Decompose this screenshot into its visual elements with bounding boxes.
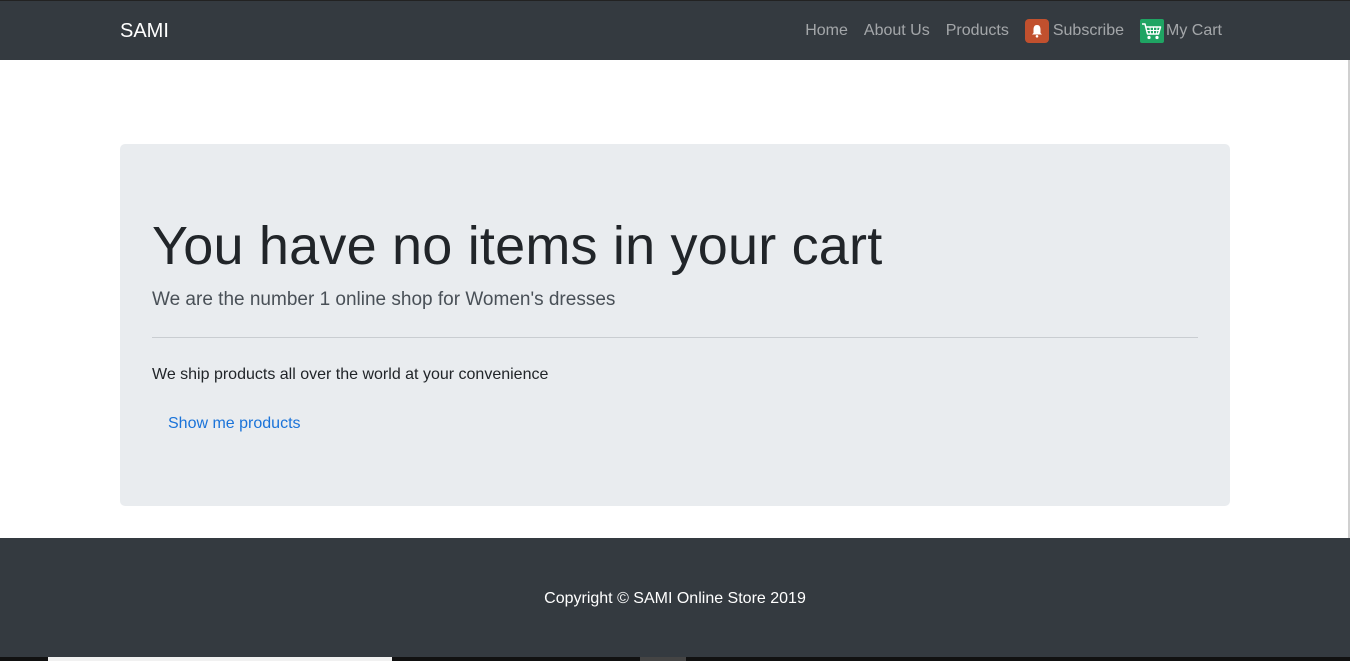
nav-subscribe-link[interactable]: Subscribe (1024, 19, 1124, 43)
empty-cart-jumbotron: You have no items in your cart We are th… (120, 144, 1230, 506)
page-title: You have no items in your cart (152, 216, 883, 276)
copyright-text: Copyright © SAMI Online Store 2019 (544, 590, 806, 607)
nav-home-link[interactable]: Home (805, 19, 848, 43)
lead-text: We are the number 1 online shop for Wome… (152, 289, 616, 310)
shipping-text: We ship products all over the world at y… (152, 366, 549, 383)
nav-subscribe-label: Subscribe (1052, 22, 1124, 39)
divider (152, 337, 1198, 338)
shopping-cart-icon (1140, 19, 1164, 43)
nav-products-link[interactable]: Products (946, 19, 1009, 43)
page: SAMI Home About Us Products Subscribe My… (0, 0, 1350, 661)
show-products-button[interactable]: Show me products (152, 406, 317, 442)
nav-about-link[interactable]: About Us (864, 19, 930, 43)
horizontal-scrollbar-thumb[interactable] (48, 657, 392, 661)
nav-home-label: Home (805, 22, 848, 39)
nav-products-label: Products (945, 22, 1009, 39)
nav-cart-link[interactable]: My Cart (1140, 19, 1222, 43)
nav-about-label: About Us (863, 22, 930, 39)
nav-links: Home About Us Products Subscribe My Cart (805, 18, 1222, 44)
top-navbar: SAMI Home About Us Products Subscribe My… (0, 0, 1350, 60)
horizontal-scrollbar-marker (640, 657, 686, 661)
nav-cart-label: My Cart (1166, 22, 1222, 39)
footer: Copyright © SAMI Online Store 2019 (0, 538, 1350, 661)
bell-icon (1024, 19, 1049, 43)
brand-logo-link[interactable]: SAMI (120, 19, 169, 43)
